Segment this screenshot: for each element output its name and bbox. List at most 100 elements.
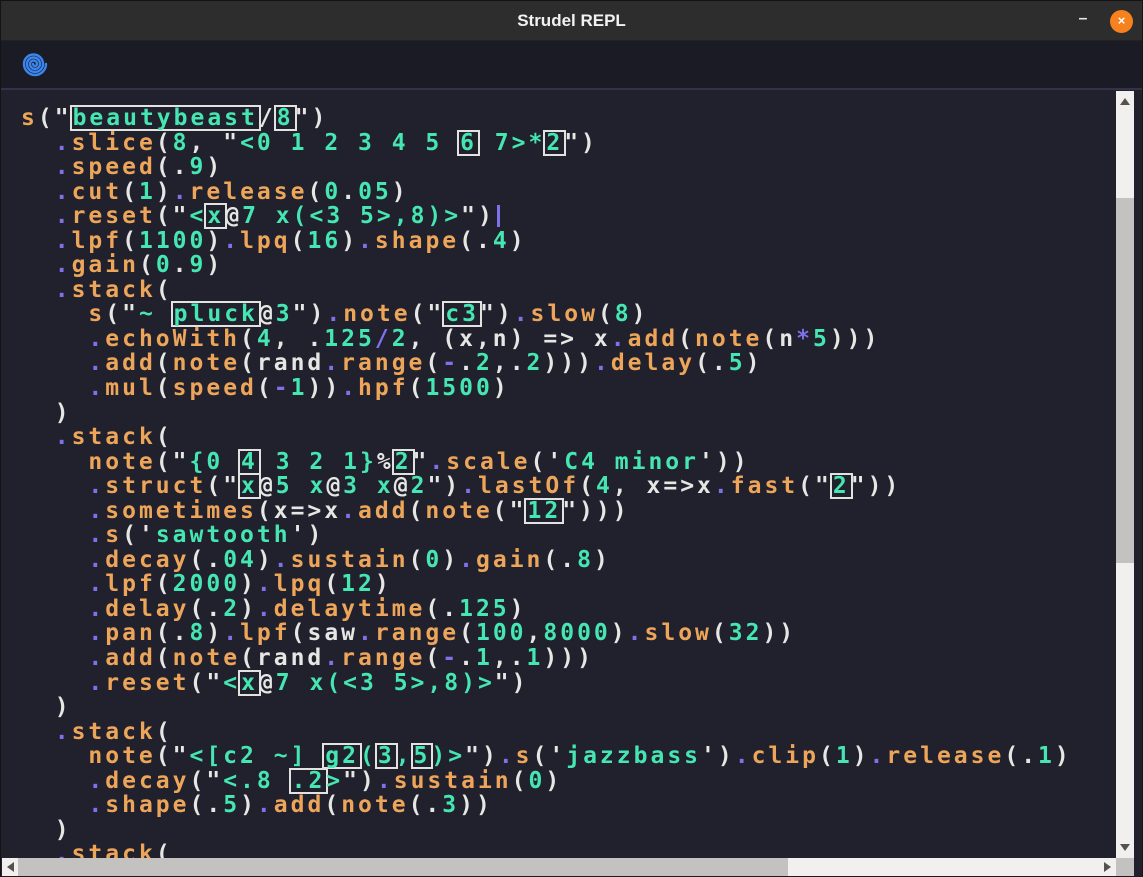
- code-token: 1: [1038, 743, 1055, 769]
- code-token: <[c2 ~]: [189, 743, 324, 769]
- code-token: [21, 154, 55, 180]
- code-token: (: [156, 645, 173, 671]
- code-token: 7 x(<3 5>,8)>: [242, 203, 461, 229]
- code-token: ): [1055, 743, 1072, 769]
- titlebar[interactable]: Strudel REPL – ×: [1, 1, 1142, 41]
- code-token: (.: [409, 792, 443, 818]
- code-token: pan: [105, 620, 156, 646]
- code-token: (": [190, 670, 224, 696]
- code-token: sustain: [291, 547, 409, 573]
- code-token: (.: [190, 547, 224, 573]
- code-token: -: [442, 350, 459, 376]
- code-token: <0 1 2 3 4 5: [240, 130, 459, 156]
- code-token: (": [156, 449, 190, 475]
- code-token: s: [21, 105, 38, 131]
- strudel-spiral-logo-icon[interactable]: [21, 50, 49, 78]
- code-token: [21, 277, 55, 303]
- code-token: (: [425, 645, 442, 671]
- code-token: 1500: [425, 375, 492, 401]
- code-token: (": [156, 203, 190, 229]
- code-token: 0: [324, 179, 341, 205]
- code-token: s: [516, 743, 533, 769]
- code-token: (.: [425, 596, 459, 622]
- horizontal-scrollbar-thumb[interactable]: [18, 858, 788, 876]
- code-token: speed: [173, 375, 257, 401]
- code-token: ): [206, 252, 223, 278]
- code-token: .: [461, 473, 478, 499]
- code-token: decay: [105, 547, 189, 573]
- code-token: 9: [190, 252, 207, 278]
- code-token: ): [206, 154, 223, 180]
- code-token: (.: [190, 596, 224, 622]
- code-token: slow: [645, 620, 712, 646]
- code-token: .: [88, 350, 105, 376]
- code-token: (.: [1004, 743, 1038, 769]
- code-token: (: [122, 228, 139, 254]
- code-token: (n: [762, 326, 796, 352]
- code-token: [21, 743, 88, 769]
- code-token: (.: [190, 792, 224, 818]
- code-token: .: [326, 301, 343, 327]
- code-editor[interactable]: s("beautybeast/8") .slice(8, "<0 1 2 3 4…: [1, 88, 1142, 877]
- code-token: ): [206, 228, 223, 254]
- code-line: .slice(8, "<0 1 2 3 4 5 6 7>*2"): [21, 131, 1116, 156]
- code-token: lastOf: [478, 473, 579, 499]
- code-token: .: [499, 743, 516, 769]
- code-token: note: [88, 449, 155, 475]
- code-token: ): [632, 301, 649, 327]
- code-token: .: [88, 670, 105, 696]
- code-token: (: [240, 326, 257, 352]
- code-token: add: [105, 645, 156, 671]
- code-token: -: [274, 375, 291, 401]
- code-token: gain: [72, 252, 139, 278]
- code-token: .: [341, 179, 358, 205]
- code-token: 12: [341, 571, 375, 597]
- highlighted-token: 4: [238, 449, 261, 475]
- scroll-right-arrow-icon[interactable]: [1104, 862, 1111, 872]
- code-token: (": [105, 301, 139, 327]
- code-line: ): [21, 401, 1116, 426]
- code-token: "): [427, 473, 461, 499]
- code-token: 0: [156, 252, 173, 278]
- code-token: ): [21, 694, 72, 720]
- strudel-repl-window: Strudel REPL – × s("beautybeast/8") .sli…: [0, 0, 1143, 877]
- code-token: [21, 547, 88, 573]
- code-token: (: [409, 498, 426, 524]
- scroll-down-arrow-icon[interactable]: [1120, 844, 1130, 851]
- scroll-up-arrow-icon[interactable]: [1120, 98, 1130, 105]
- code-token: .: [611, 326, 628, 352]
- code-token: note: [695, 326, 762, 352]
- code-token: .: [594, 350, 611, 376]
- code-token: 1: [836, 743, 853, 769]
- code-token: .: [55, 203, 72, 229]
- code-token: (": [493, 498, 527, 524]
- code-token: (": [411, 301, 445, 327]
- vertical-scrollbar-thumb[interactable]: [1116, 198, 1134, 563]
- code-line: .reset("<x@7 x(<3 5>,8)>"): [21, 671, 1116, 696]
- code-token: (': [531, 449, 565, 475]
- code-token: ): [493, 375, 510, 401]
- code-token: (: [512, 768, 529, 794]
- close-button[interactable]: ×: [1110, 10, 1133, 33]
- code-token: .: [429, 449, 446, 475]
- horizontal-scrollbar[interactable]: [2, 858, 1116, 876]
- code-token: scale: [446, 449, 530, 475]
- code-token: 1: [527, 645, 544, 671]
- code-line: .mul(speed(-1)).hpf(1500): [21, 376, 1116, 401]
- scroll-left-arrow-icon[interactable]: [7, 862, 14, 872]
- code-token: 1100: [139, 228, 206, 254]
- code-token: (: [678, 326, 695, 352]
- code-token: (: [156, 350, 173, 376]
- code-token: .: [88, 645, 105, 671]
- code-token: 3 2 1}: [259, 449, 377, 475]
- code-token: ,.: [493, 645, 527, 671]
- code-token: .: [55, 130, 72, 156]
- code-area[interactable]: s("beautybeast/8") .slice(8, "<0 1 2 3 4…: [1, 90, 1116, 858]
- code-token: .: [257, 792, 274, 818]
- code-token: [21, 228, 55, 254]
- code-token: .: [377, 768, 394, 794]
- vertical-scrollbar[interactable]: [1116, 91, 1134, 858]
- minimize-button[interactable]: –: [1068, 1, 1098, 41]
- code-token: >: [326, 768, 343, 794]
- code-token: "): [293, 301, 327, 327]
